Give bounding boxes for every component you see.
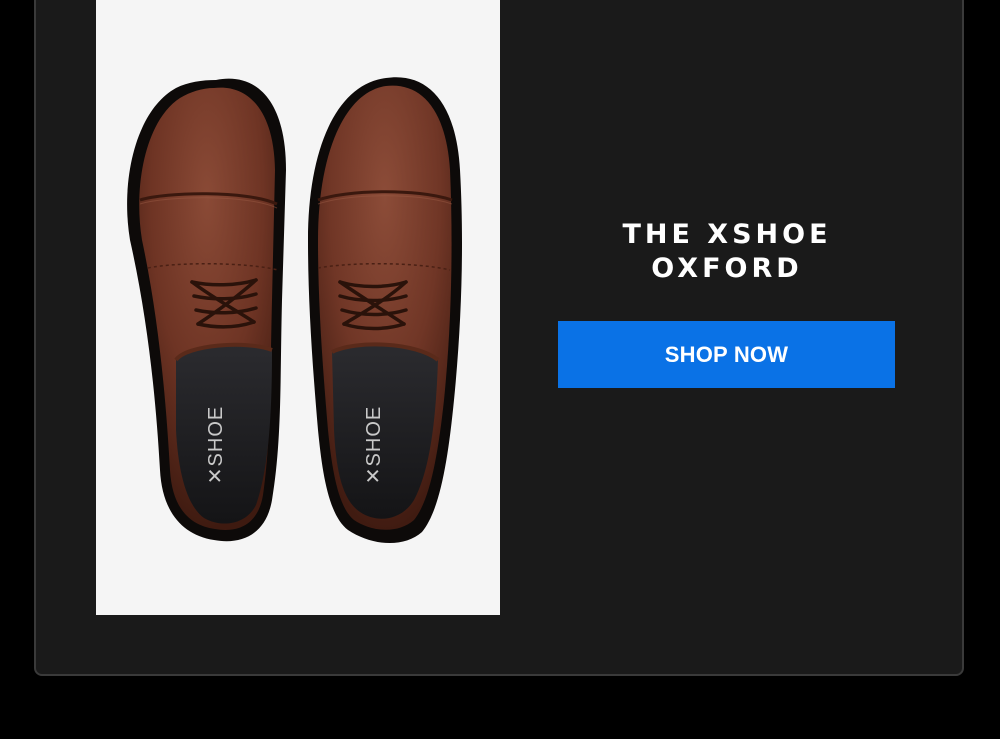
- oxford-shoes-illustration: ✕SHOE ✕SHOE: [127, 77, 462, 544]
- product-title-line2: OXFORD: [651, 253, 803, 284]
- product-title-line1: THE XSHOE: [622, 219, 832, 250]
- product-image[interactable]: ✕SHOE ✕SHOE: [96, 0, 500, 615]
- right-shoe: ✕SHOE: [308, 77, 462, 544]
- product-title: THE XSHOE OXFORD: [558, 218, 896, 286]
- svg-text:✕SHOE: ✕SHOE: [363, 406, 385, 484]
- shop-now-button[interactable]: SHOP NOW: [558, 321, 895, 388]
- left-shoe: ✕SHOE: [127, 78, 286, 542]
- svg-text:✕SHOE: ✕SHOE: [205, 406, 227, 484]
